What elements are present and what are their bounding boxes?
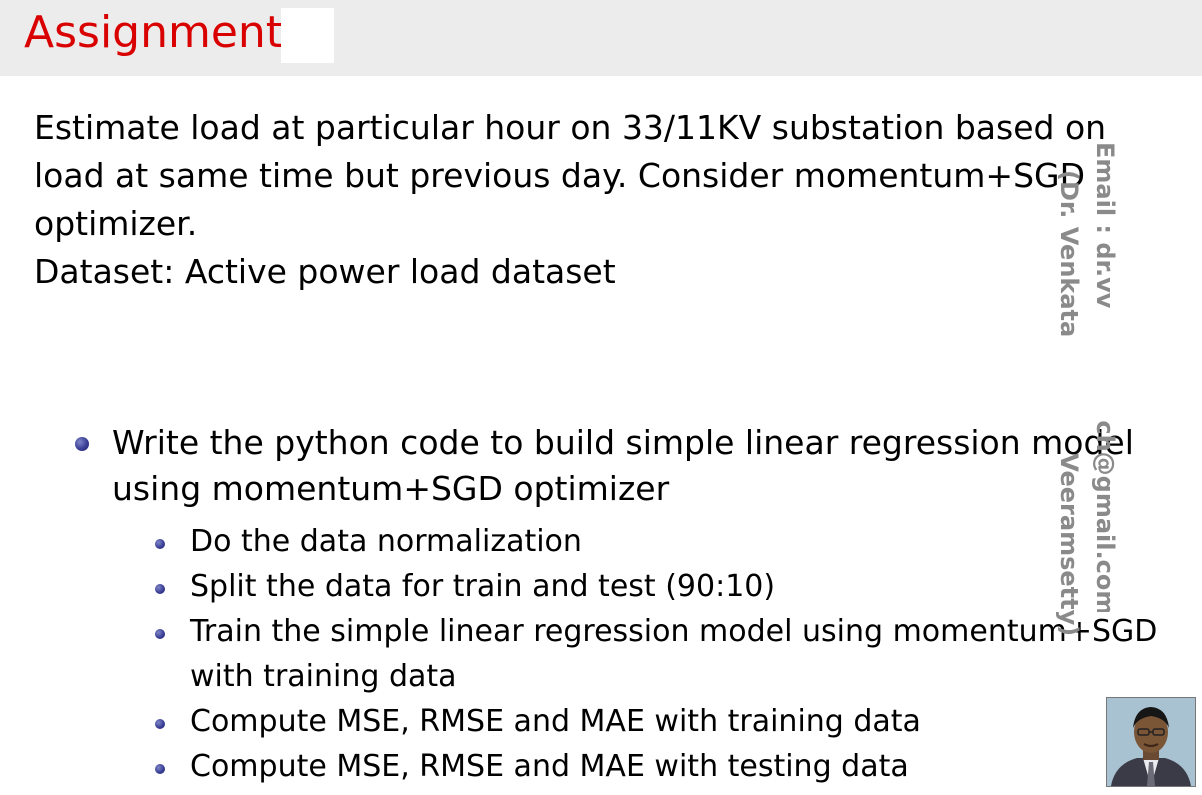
watermark-name-part-1: (Dr. Venkata <box>1055 170 1083 338</box>
main-bullet-marker <box>75 437 89 451</box>
main-bullet-line-2: using momentum+SGD optimizer <box>112 469 670 508</box>
problem-line-3: optimizer. <box>34 204 198 243</box>
slide-title: Assignment <box>24 7 284 58</box>
portrait-image <box>1107 698 1195 786</box>
presenter-photo <box>1106 697 1196 787</box>
watermark-email: Email : dr.vv ch@gmail.com <box>1090 142 1120 612</box>
sub-bullet-marker <box>155 719 165 729</box>
title-bar: Assignment <box>0 0 1202 76</box>
sub-bullet-3-line-2: with training data <box>190 659 457 694</box>
watermark-name-part-2: Veeramsetty) <box>1055 453 1083 637</box>
slide: Assignment Estimate load at particular h… <box>0 0 1202 795</box>
sub-bullet-marker <box>155 539 165 549</box>
sub-bullet-marker <box>155 629 165 639</box>
problem-line-2: load at same time but previous day. Cons… <box>34 156 1086 195</box>
sub-bullet-marker <box>155 764 165 774</box>
dataset-line: Dataset: Active power load dataset <box>34 252 616 291</box>
watermark-email-part-1: Email : dr.vv <box>1091 142 1119 309</box>
main-bullet-line-1: Write the python code to build simple li… <box>112 423 1134 462</box>
problem-line-1: Estimate load at particular hour on 33/1… <box>34 108 1107 147</box>
sub-bullet-3-line-1: Train the simple linear regression model… <box>190 614 1158 649</box>
sub-bullet-5: Compute MSE, RMSE and MAE with testing d… <box>190 749 909 784</box>
watermark-email-part-2: ch@gmail.com <box>1091 420 1119 612</box>
sub-bullet-4: Compute MSE, RMSE and MAE with training … <box>190 704 921 739</box>
watermark-name: (Dr. Venkata Veeramsetty) <box>1054 170 1084 636</box>
sub-bullet-1: Do the data normalization <box>190 524 582 559</box>
title-white-patch <box>281 8 334 63</box>
sub-bullet-marker <box>155 584 165 594</box>
sub-bullet-2: Split the data for train and test (90:10… <box>190 569 776 604</box>
